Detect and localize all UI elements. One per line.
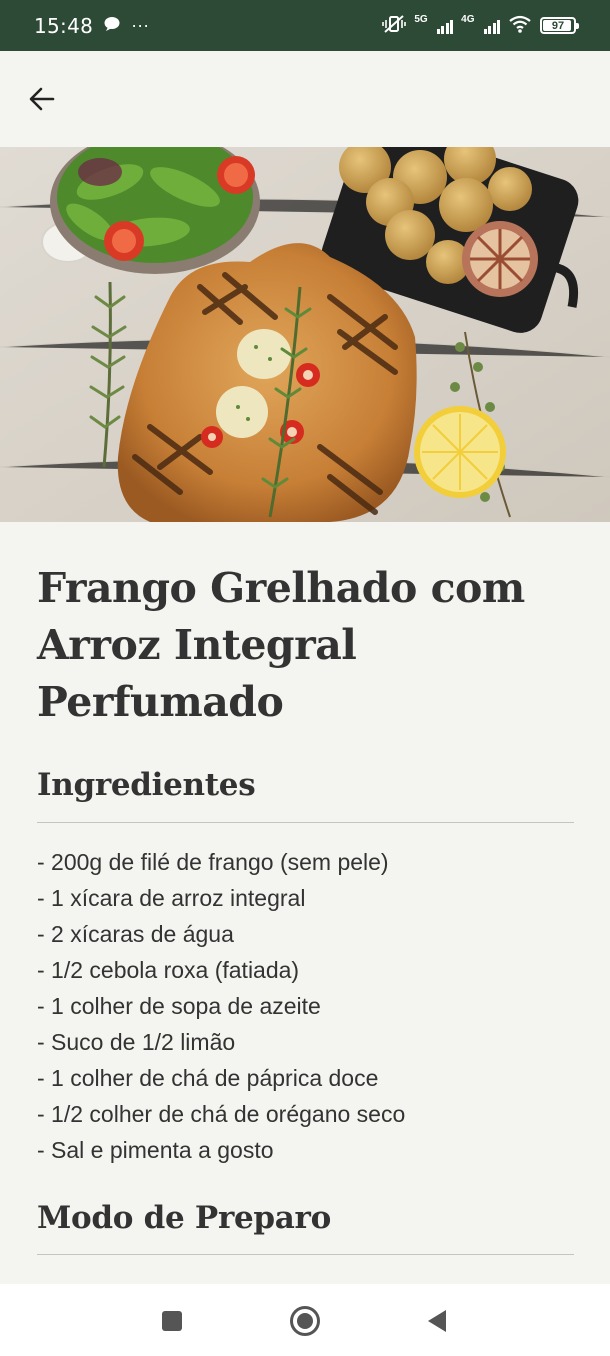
- status-left: 15:48 ···: [34, 14, 149, 38]
- circle-home-icon: [290, 1306, 320, 1336]
- triangle-back-icon: [428, 1310, 446, 1332]
- nav-back-button[interactable]: [420, 1304, 454, 1338]
- recipe-title: Frango Grelhado com Arroz Integral Perfu…: [37, 564, 525, 726]
- recipe-content: Frango Grelhado com Arroz Integral Perfu…: [37, 560, 574, 1255]
- back-button[interactable]: [22, 79, 62, 119]
- list-item: - Sal e pimenta a gosto: [37, 1137, 274, 1163]
- battery-icon: 97: [540, 17, 579, 34]
- status-time: 15:48: [34, 13, 94, 38]
- list-item: - Suco de 1/2 limão: [37, 1029, 236, 1055]
- wifi-icon: [508, 15, 532, 36]
- preparation-heading: Modo de Preparo: [37, 1200, 331, 1236]
- status-right: 5G 4G 97: [382, 14, 579, 37]
- list-item: - 200g de filé de frango (sem pele): [37, 849, 389, 875]
- ingredients-divider: [37, 822, 574, 823]
- battery-percent: 97: [551, 19, 565, 32]
- network-5g-label: 5G: [414, 14, 428, 25]
- recipe-hero-image: [0, 147, 610, 522]
- square-recents-icon: [162, 1311, 182, 1331]
- list-item: - 1 xícara de arroz integral: [37, 885, 306, 911]
- list-item: - 1/2 cebola roxa (fatiada): [37, 957, 300, 983]
- network-4g-label: 4G: [461, 14, 475, 25]
- list-item: - 2 xícaras de água: [37, 921, 234, 947]
- grilled-chicken-photo: [0, 147, 610, 522]
- ingredients-list: - 200g de filé de frango (sem pele) - 1 …: [37, 844, 405, 1168]
- status-bar: 15:48 ··· 5G 4G 97: [0, 0, 610, 51]
- arrow-back-icon: [29, 87, 55, 111]
- app-bar: [0, 51, 610, 147]
- chat-bubble-icon: [103, 14, 121, 38]
- vibrate-off-icon: [382, 14, 407, 37]
- ingredients-heading: Ingredientes: [37, 767, 256, 803]
- signal-5g-icon: [436, 18, 454, 34]
- home-button[interactable]: [288, 1304, 322, 1338]
- list-item: - 1 colher de sopa de azeite: [37, 993, 321, 1019]
- list-item: - 1/2 colher de chá de orégano seco: [37, 1101, 406, 1127]
- signal-4g-icon: [483, 18, 500, 34]
- preparation-divider: [37, 1254, 574, 1255]
- list-item: - 1 colher de chá de páprica doce: [37, 1065, 379, 1091]
- recents-button[interactable]: [155, 1304, 189, 1338]
- system-nav-bar: [0, 1284, 610, 1356]
- more-notifications-icon: ···: [131, 15, 150, 35]
